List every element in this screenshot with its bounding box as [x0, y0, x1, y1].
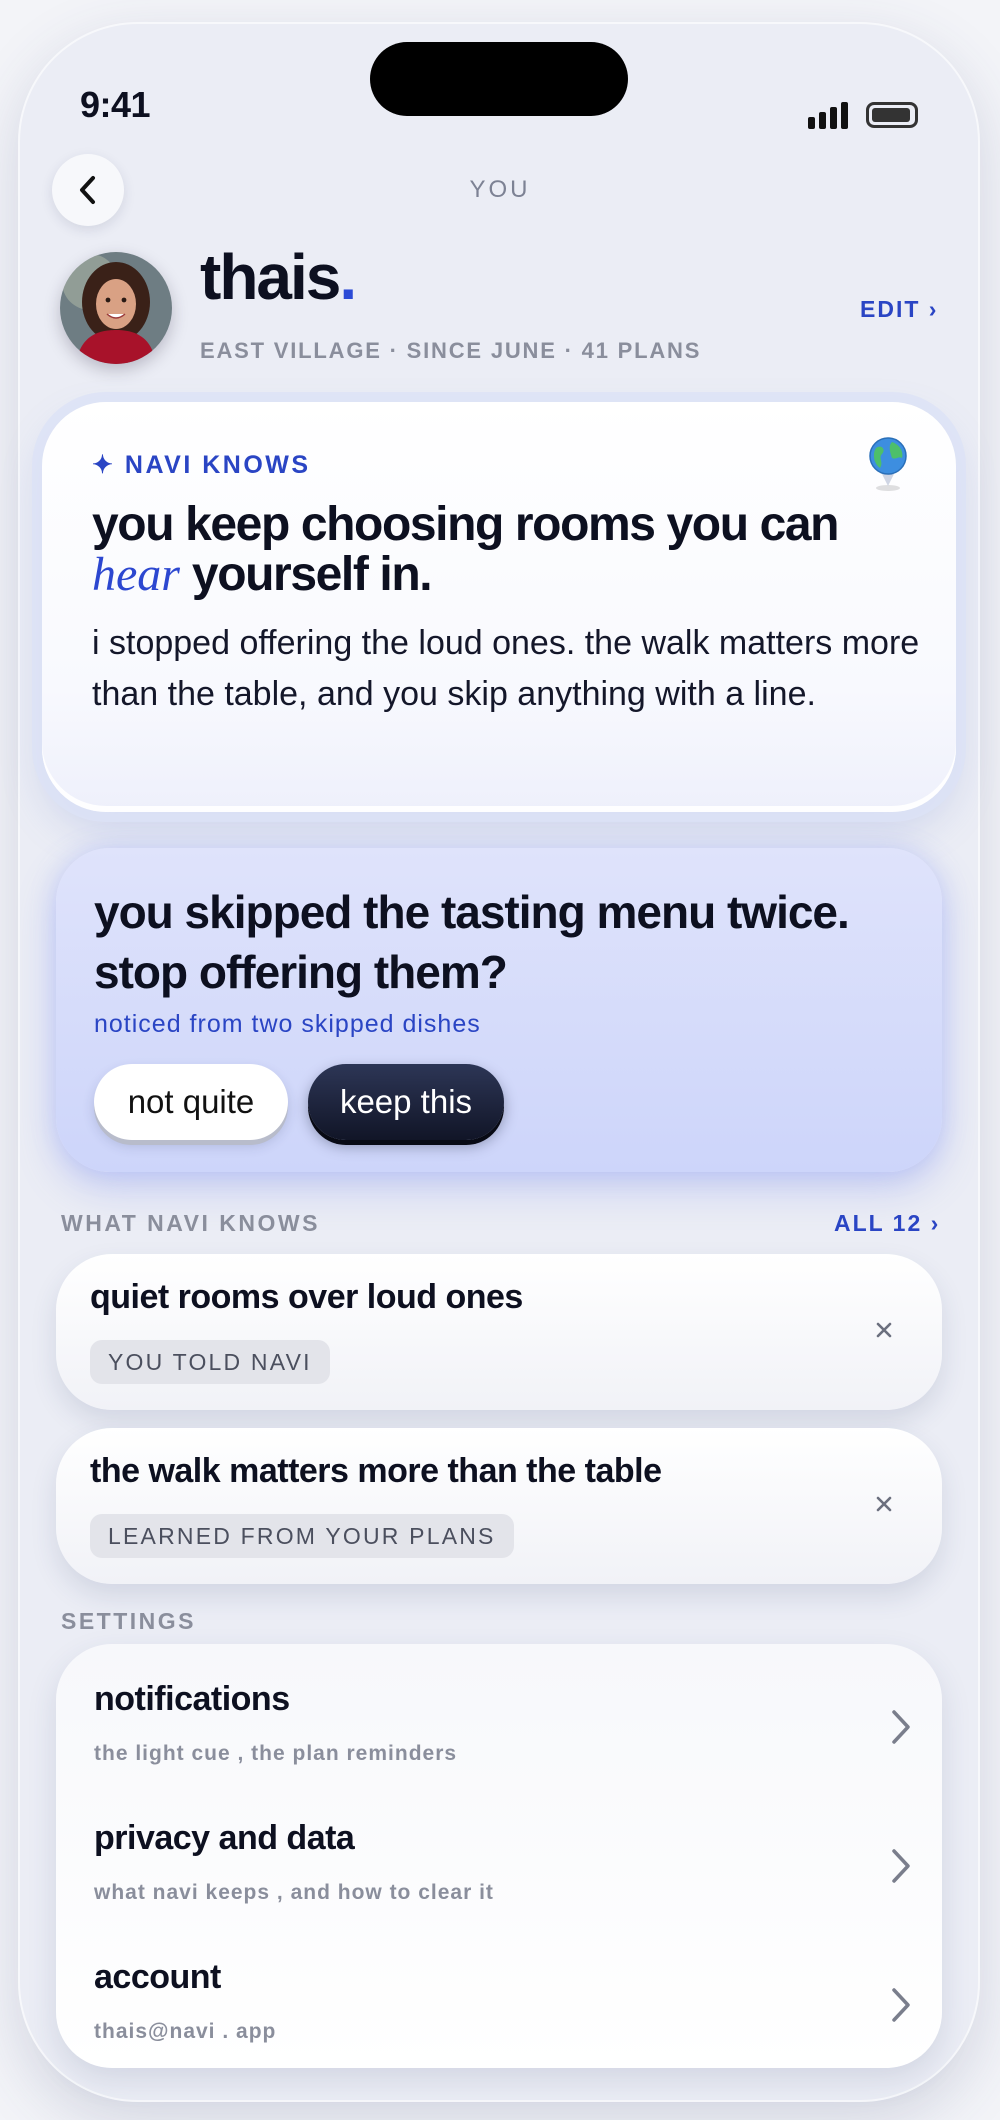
edit-profile-link[interactable]: EDIT ›: [860, 296, 938, 323]
battery-icon: [866, 102, 918, 128]
fact-title: the walk matters more than the table: [90, 1452, 662, 1490]
settings-item-title: notifications: [94, 1680, 290, 1718]
insight-headline-emphasis: hear: [92, 548, 180, 601]
chevron-right-icon: [892, 1988, 910, 2022]
fact-card[interactable]: the walk matters more than the table LEA…: [56, 1428, 942, 1584]
profile-name-text: thais: [200, 241, 341, 313]
profile-meta: EAST VILLAGE · SINCE JUNE · 41 PLANS: [200, 338, 702, 363]
settings-label: SETTINGS: [61, 1608, 197, 1634]
close-icon[interactable]: [872, 1492, 896, 1516]
question-text: you skipped the tasting menu twice. stop…: [94, 886, 850, 998]
insight-card: ✦ NAVI KNOWS you keep choosing rooms you…: [42, 402, 956, 812]
not-quite-button[interactable]: not quite: [94, 1064, 288, 1140]
dynamic-island: [370, 42, 628, 116]
chevron-right-icon: [892, 1849, 910, 1883]
insight-tag: ✦ NAVI KNOWS: [92, 451, 311, 479]
fact-source-badge: YOU TOLD NAVI: [90, 1340, 330, 1384]
settings-item-title: account: [94, 1958, 221, 1996]
settings-item-notifications[interactable]: notifications the light cue , the plan r…: [94, 1654, 914, 1774]
close-icon[interactable]: [872, 1318, 896, 1342]
chevron-right-icon: [892, 1710, 910, 1744]
insight-headline-part1: you keep choosing rooms you can: [92, 498, 839, 551]
page-title: YOU: [469, 176, 531, 203]
insight-headline: you keep choosing rooms you can hear your…: [92, 500, 912, 600]
insight-headline-part2: yourself in.: [191, 548, 433, 601]
insight-body: i stopped offering the loud ones. the wa…: [92, 624, 920, 713]
settings-item-privacy[interactable]: privacy and data what navi keeps , and h…: [94, 1793, 914, 1913]
all-facts-link[interactable]: ALL 12 ›: [834, 1210, 940, 1237]
fact-source-badge: LEARNED FROM YOUR PLANS: [90, 1514, 514, 1558]
avatar[interactable]: [60, 252, 172, 364]
settings-item-subtitle: the light cue , the plan reminders: [94, 1742, 458, 1765]
profile-name: thais.: [200, 240, 357, 314]
question-card: you skipped the tasting menu twice. stop…: [56, 848, 942, 1172]
profile-name-dot: .: [339, 241, 357, 313]
settings-item-title: privacy and data: [94, 1819, 355, 1857]
settings-item-subtitle: thais@navi . app: [94, 2020, 277, 2043]
keep-this-button[interactable]: keep this: [308, 1064, 504, 1140]
globe-pin-icon: [869, 437, 907, 491]
fact-title: quiet rooms over loud ones: [90, 1278, 523, 1316]
status-time: 9:41: [80, 84, 151, 125]
signal-icon: [808, 102, 848, 129]
question-note: noticed from two skipped dishes: [94, 1010, 481, 1038]
what-navi-knows-label: WHAT NAVI KNOWS: [61, 1210, 320, 1236]
settings-item-account[interactable]: account thais@navi . app: [94, 1932, 914, 2052]
settings-list: notifications the light cue , the plan r…: [56, 1644, 942, 2068]
settings-item-subtitle: what navi keeps , and how to clear it: [94, 1881, 494, 1904]
fact-card[interactable]: quiet rooms over loud ones YOU TOLD NAVI: [56, 1254, 942, 1410]
